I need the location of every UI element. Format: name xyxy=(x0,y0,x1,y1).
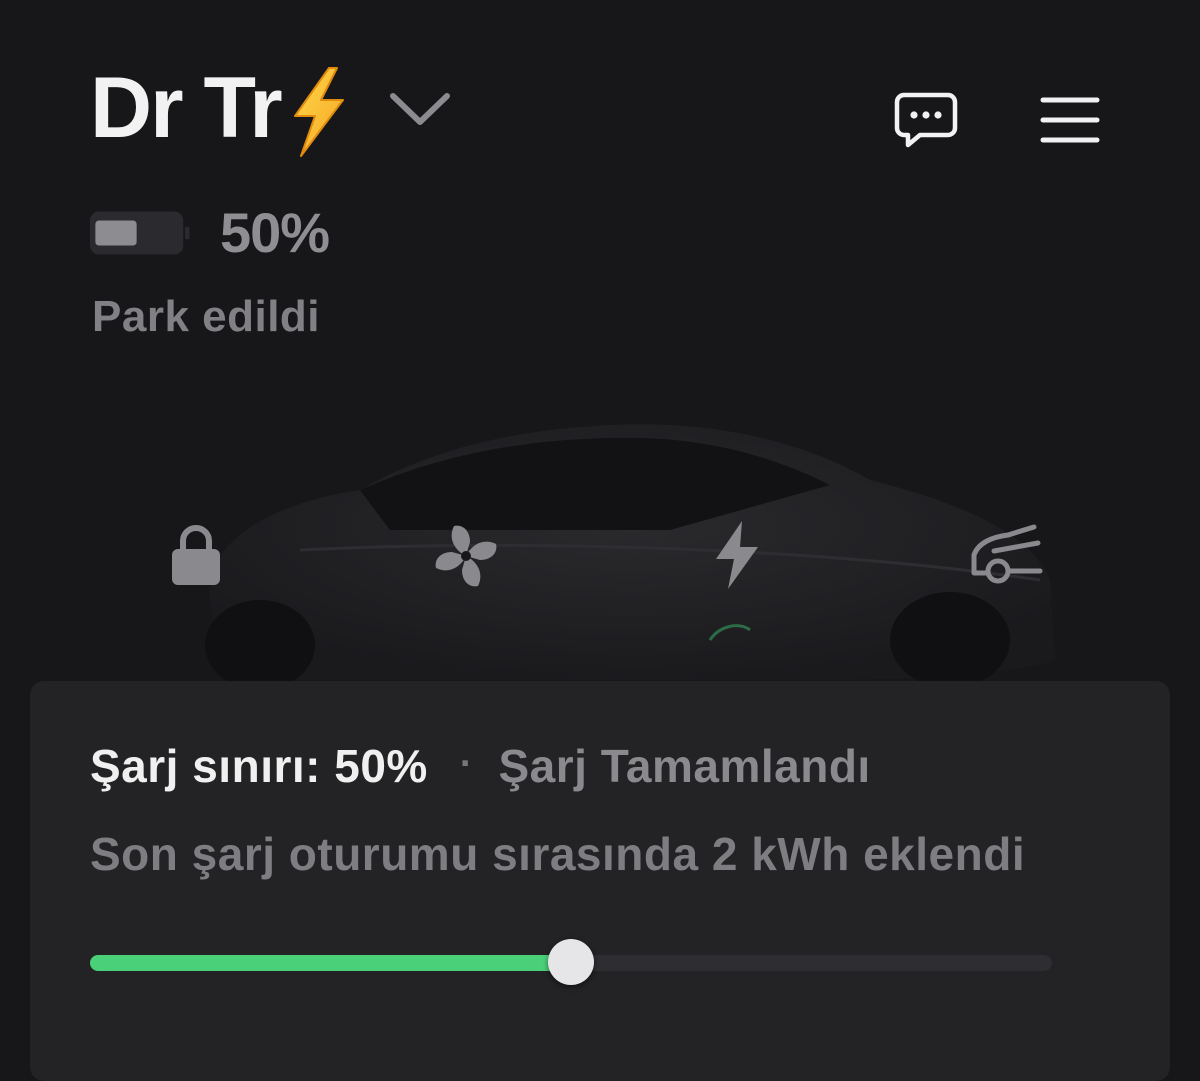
battery-percent: 50% xyxy=(220,201,330,264)
charge-limit-label: Şarj sınırı: 50% xyxy=(90,740,428,792)
quick-controls xyxy=(0,515,1200,605)
chevron-down-icon[interactable] xyxy=(389,88,451,128)
slider-fill xyxy=(90,955,571,971)
charge-bolt-icon[interactable] xyxy=(712,519,762,591)
separator-dot: · xyxy=(459,743,473,785)
high-voltage-emoji-icon xyxy=(285,66,349,158)
hamburger-menu-icon[interactable] xyxy=(1040,96,1100,144)
trunk-open-icon[interactable] xyxy=(968,521,1044,585)
fan-icon[interactable] xyxy=(430,520,502,592)
vehicle-status: Park edildi xyxy=(92,292,321,341)
top-actions xyxy=(894,92,1100,148)
vehicle-header[interactable]: Dr Tr xyxy=(90,60,451,157)
slider-thumb[interactable] xyxy=(548,939,594,985)
chat-bubble-icon[interactable] xyxy=(894,92,958,148)
charge-limit-row: Şarj sınırı: 50% · Şarj Tamamlandı xyxy=(90,739,871,793)
battery-icon xyxy=(90,210,190,255)
charge-status-label: Şarj Tamamlandı xyxy=(498,740,871,792)
vehicle-name: Dr Tr xyxy=(90,60,283,156)
last-session-text: Son şarj oturumu sırasında 2 kWh eklendi xyxy=(90,828,1026,880)
lock-icon[interactable] xyxy=(170,523,222,587)
charge-limit-slider[interactable] xyxy=(90,939,1052,985)
charge-panel[interactable]: Şarj sınırı: 50% · Şarj Tamamlandı Son ş… xyxy=(30,681,1170,1081)
battery-status: 50% xyxy=(90,200,330,265)
